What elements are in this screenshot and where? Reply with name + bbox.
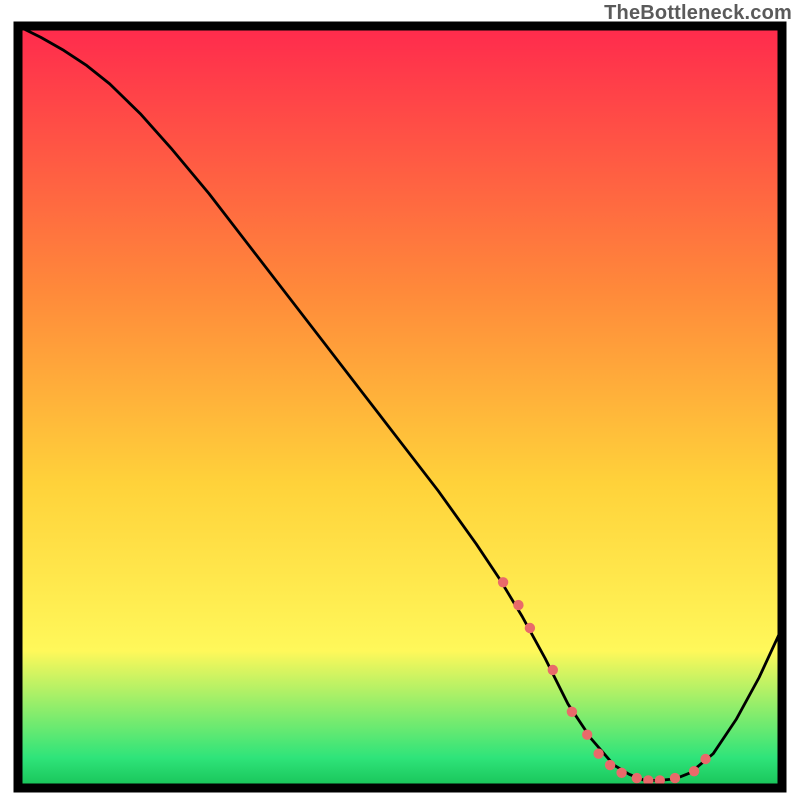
highlight-dot bbox=[567, 707, 577, 717]
highlight-dot bbox=[689, 766, 699, 776]
bottleneck-plot bbox=[0, 0, 800, 800]
chart-frame: TheBottleneck.com bbox=[0, 0, 800, 800]
watermark-text: TheBottleneck.com bbox=[604, 2, 792, 25]
gradient-background bbox=[18, 26, 782, 788]
highlight-dot bbox=[605, 760, 615, 770]
highlight-dot bbox=[582, 730, 592, 740]
highlight-dot bbox=[525, 623, 535, 633]
plot-area bbox=[18, 26, 782, 788]
highlight-dot bbox=[616, 768, 626, 778]
highlight-dot bbox=[498, 577, 508, 587]
highlight-dot bbox=[670, 773, 680, 783]
highlight-dot bbox=[548, 665, 558, 675]
highlight-dot bbox=[700, 754, 710, 764]
highlight-dot bbox=[632, 773, 642, 783]
highlight-dot bbox=[513, 600, 523, 610]
highlight-dot bbox=[593, 749, 603, 759]
